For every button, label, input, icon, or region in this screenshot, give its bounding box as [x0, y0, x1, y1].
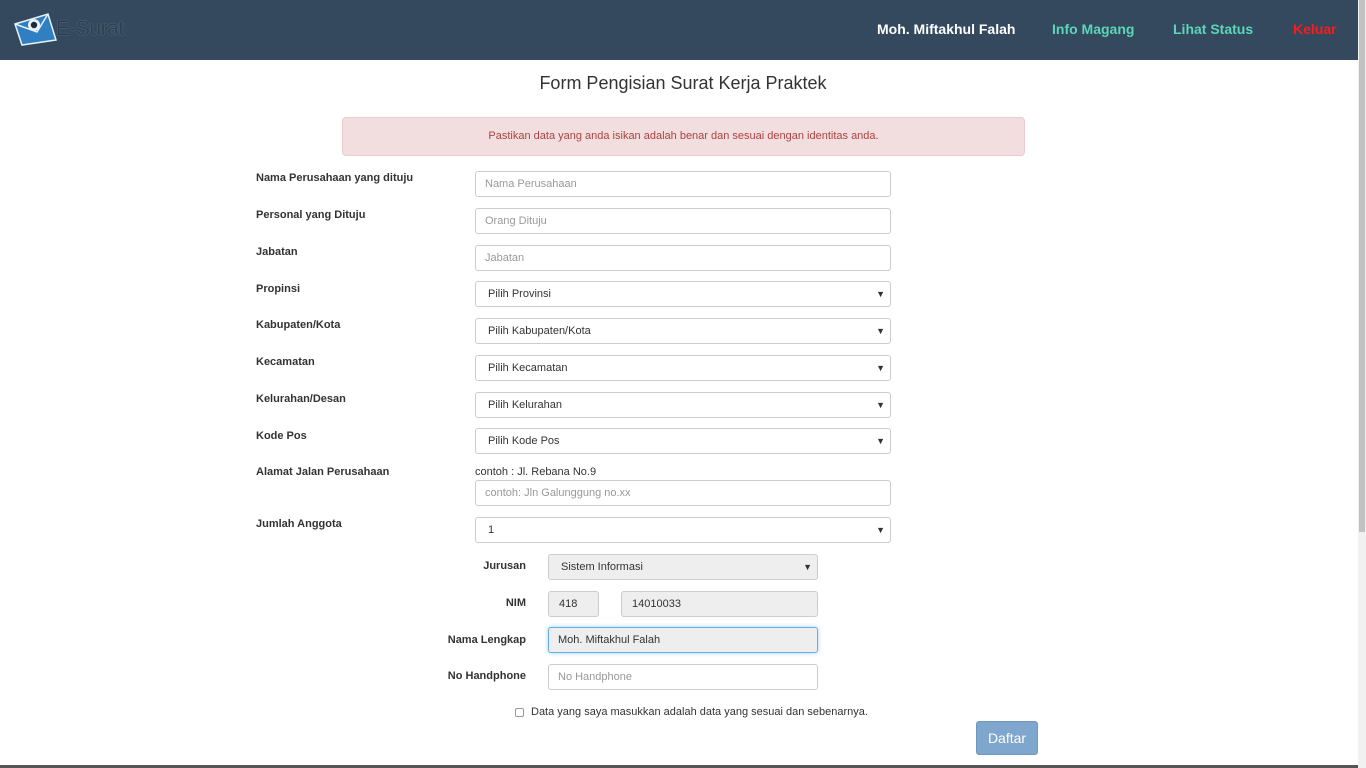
caret-down-icon: ▼	[876, 289, 885, 299]
nav-keluar[interactable]: Keluar	[1293, 21, 1337, 37]
vertical-scrollbar[interactable]	[1358, 0, 1366, 768]
label-jabatan: Jabatan	[256, 246, 298, 258]
brand-text: E-Surat	[56, 17, 124, 40]
page-title: Form Pengisian Surat Kerja Praktek	[539, 73, 827, 93]
nim-prefix-field[interactable]: 418	[548, 591, 599, 617]
envelope-logo-icon	[14, 13, 57, 46]
caret-down-icon: ▼	[876, 525, 885, 535]
top-navbar: E-Surat Moh. Miftakhul Falah Info Magang…	[0, 0, 1358, 60]
kelurahan-select[interactable]: Pilih Kelurahan ▼	[475, 392, 891, 418]
label-kabupaten: Kabupaten/Kota	[256, 319, 341, 331]
kode-pos-select-value: Pilih Kode Pos	[488, 435, 560, 447]
propinsi-select-value: Pilih Provinsi	[488, 288, 551, 300]
no-handphone-input[interactable]	[548, 664, 818, 690]
caret-down-icon: ▼	[876, 400, 885, 410]
caret-down-icon: ▼	[876, 363, 885, 373]
nim-number-field[interactable]: 14010033	[621, 591, 818, 617]
kode-pos-select[interactable]: Pilih Kode Pos ▼	[475, 428, 891, 454]
label-jumlah-anggota: Jumlah Anggota	[256, 518, 342, 530]
nama-perusahaan-input[interactable]	[475, 171, 891, 197]
kecamatan-select-value: Pilih Kecamatan	[488, 362, 568, 374]
label-no-handphone: No Handphone	[447, 670, 526, 682]
kecamatan-select[interactable]: Pilih Kecamatan ▼	[475, 355, 891, 381]
agreement-row[interactable]: Data yang saya masukkan adalah data yang…	[515, 706, 868, 718]
label-nim: NIM	[505, 597, 526, 609]
propinsi-select[interactable]: Pilih Provinsi ▼	[475, 281, 891, 307]
kabupaten-select[interactable]: Pilih Kabupaten/Kota ▼	[475, 318, 891, 344]
alamat-hint: contoh : Jl. Rebana No.9	[475, 466, 597, 478]
nav-info-magang[interactable]: Info Magang	[1052, 21, 1134, 37]
kabupaten-select-value: Pilih Kabupaten/Kota	[488, 325, 591, 337]
brand[interactable]: E-Surat	[12, 9, 124, 49]
label-kelurahan: Kelurahan/Desan	[256, 393, 346, 405]
label-propinsi: Propinsi	[256, 283, 301, 295]
label-nama-lengkap: Nama Lengkap	[447, 634, 526, 646]
label-alamat: Alamat Jalan Perusahaan	[256, 466, 390, 478]
nav-lihat-status[interactable]: Lihat Status	[1173, 21, 1253, 37]
jumlah-anggota-select-value: 1	[488, 524, 495, 536]
daftar-button[interactable]: Daftar	[976, 721, 1038, 755]
personal-input[interactable]	[475, 208, 891, 234]
caret-down-icon: ▼	[876, 436, 885, 446]
caret-down-icon: ▼	[876, 326, 885, 336]
nama-lengkap-field[interactable]: Moh. Miftakhul Falah	[548, 627, 818, 653]
agreement-label: Data yang saya masukkan adalah data yang…	[531, 706, 868, 718]
jurusan-select-value: Sistem Informasi	[561, 561, 643, 573]
caret-down-icon: ▼	[803, 562, 812, 572]
label-jurusan: Jurusan	[483, 560, 526, 572]
label-kode-pos: Kode Pos	[256, 430, 307, 442]
jumlah-anggota-select[interactable]: 1 ▼	[475, 517, 891, 543]
label-nama-perusahaan: Nama Perusahaan yang dituju	[256, 172, 414, 184]
jurusan-select[interactable]: Sistem Informasi ▼	[548, 554, 818, 580]
label-personal: Personal yang Dituju	[256, 209, 366, 221]
jabatan-input[interactable]	[475, 245, 891, 271]
kelurahan-select-value: Pilih Kelurahan	[488, 399, 562, 411]
label-kecamatan: Kecamatan	[256, 356, 315, 368]
alamat-input[interactable]	[475, 480, 891, 506]
agreement-checkbox[interactable]	[515, 707, 524, 717]
nav-user-name[interactable]: Moh. Miftakhul Falah	[877, 21, 1015, 37]
alert-message: Pastikan data yang anda isikan adalah be…	[342, 117, 1025, 156]
